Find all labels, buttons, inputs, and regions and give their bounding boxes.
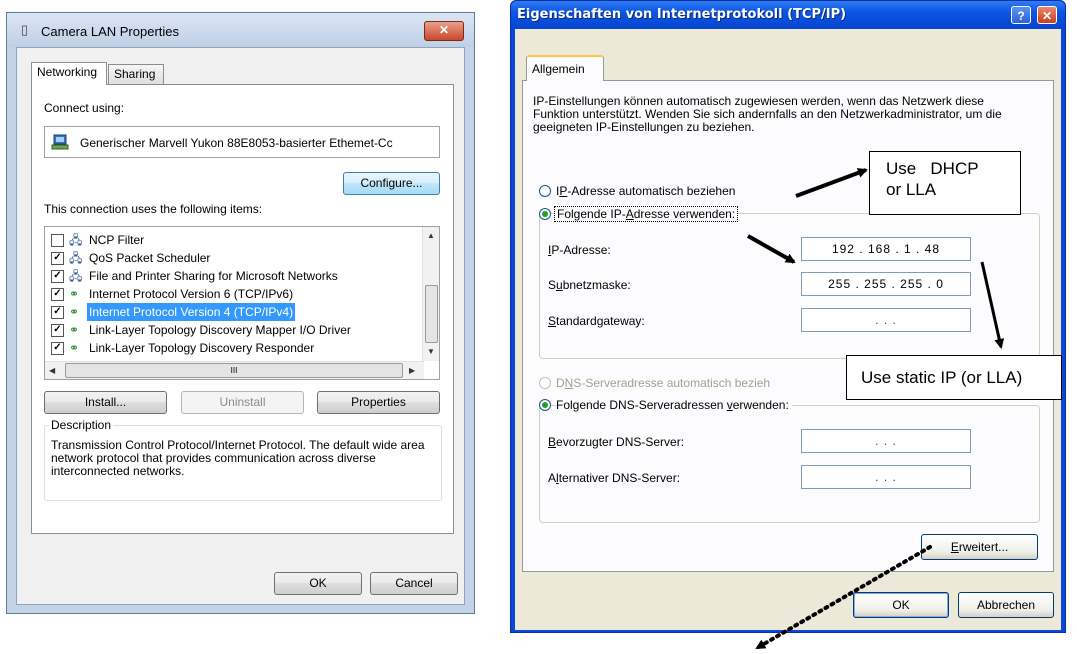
description-group: Description Transmission Control Protoco… [44,418,442,501]
ip-address-label: IP-Adresse: [548,243,611,257]
cancel-button[interactable]: Abbrechen [958,592,1054,618]
item-checkbox[interactable]: ✓ [51,270,64,283]
static-ip-label: Folgende IP-Adresse verwenden: [554,206,739,222]
networking-page: Connect using: Generischer Marvell Yukon… [31,84,454,534]
protocol-icon: ⚭ [69,323,80,337]
item-checkbox[interactable]: ✓ [51,324,64,337]
dialog-title: Camera LAN Properties [41,24,179,39]
tab-networking[interactable]: Networking [31,62,107,85]
auto-dns-radio[interactable] [539,377,551,389]
description-text: Transmission Control Protocol/Internet P… [51,438,425,478]
alternate-dns-field[interactable]: . . . [801,465,971,489]
advanced-button[interactable]: Erweitert... [921,534,1038,560]
network-card-icon [51,134,69,150]
uninstall-button[interactable]: Uninstall [181,391,304,414]
item-label: QoS Packet Scheduler [89,251,211,265]
horizontal-scrollbar[interactable]: ◀ III ▶ [45,361,424,379]
dialog-client: Networking Sharing Connect using: Generi… [16,47,465,605]
auto-dns-label: DNS-Serveradresse automatisch bezieh [556,376,771,390]
close-button[interactable]: ✕ [424,21,464,41]
default-gateway-field[interactable]: . . . [801,308,971,332]
tab-allgemein[interactable]: Allgemein [526,55,604,81]
item-label: File and Printer Sharing for Microsoft N… [89,269,338,283]
item-label: NCP Filter [89,233,145,247]
item-checkbox[interactable] [51,234,64,247]
dialog-title: Eigenschaften von Internetprotokoll (TCP… [517,7,847,22]
static-dns-label: Folgende DNS-Serveradressen verwenden: [556,398,792,412]
items-label: This connection uses the following items… [44,202,263,216]
list-item[interactable]: ✓ ⚭ Internet Protocol Version 6 (TCP/IPv… [51,285,421,303]
scroll-right-icon[interactable]: ▶ [409,366,415,375]
list-item[interactable]: ✓ ⚭ Internet Protocol Version 4 (TCP/IPv… [51,303,421,321]
protocol-icon: ⚭ [69,305,80,319]
item-checkbox[interactable]: ✓ [51,306,64,319]
static-ip-callout: Use static IP (or LLA) [846,355,1062,400]
connect-using-label: Connect using: [44,101,125,115]
adapter-name: Generischer Marvell Yukon 88E8053-basier… [80,136,393,150]
intro-text: IP-Einstellungen können automatisch zuge… [533,94,1002,134]
computer-icon: 🖧 [69,233,83,247]
connection-items-list[interactable]: 🖧 NCP Filter ✓ 🖧 QoS Packet Scheduler ✓ … [44,226,440,380]
title-bar: ▯ Camera LAN Properties ✕ [7,13,474,47]
static-ip-radio[interactable] [539,208,551,220]
ok-button[interactable]: OK [853,592,949,618]
ok-button[interactable]: OK [274,572,362,595]
item-label-selected: Internet Protocol Version 4 (TCP/IPv4) [87,303,296,321]
adapter-field: Generischer Marvell Yukon 88E8053-basier… [44,126,440,158]
close-button[interactable]: ✕ [1037,6,1057,24]
vertical-scrollbar[interactable]: ▲ ▼ [422,227,439,361]
scroll-down-icon[interactable]: ▼ [427,347,435,356]
list-item[interactable]: ✓ ⚭ Link-Layer Topology Discovery Mapper… [51,321,421,339]
dhcp-callout: Use DHCP or LLA [869,151,1021,215]
properties-button[interactable]: Properties [317,391,440,414]
description-legend: Description [49,418,114,432]
tcp-ip-properties-dialog: Eigenschaften von Internetprotokoll (TCP… [510,0,1066,633]
auto-ip-label: IP-Adresse automatisch beziehen [556,184,736,198]
dialog-client: Allgemein IP-Einstellungen können automa… [515,29,1061,630]
ip-address-field[interactable]: 192 . 168 . 1 . 48 [801,237,971,261]
item-checkbox[interactable]: ✓ [51,252,64,265]
item-label: Link-Layer Topology Discovery Mapper I/O… [89,323,351,337]
network-adapter-icon: ▯ [21,22,29,37]
computer-icon: 🖧 [69,251,83,265]
subnet-mask-label: Subnetzmaske: [548,278,631,292]
item-label: Internet Protocol Version 6 (TCP/IPv6) [89,287,294,301]
list-item[interactable]: ✓ ⚭ Link-Layer Topology Discovery Respon… [51,339,421,357]
computer-icon: 🖧 [69,269,83,283]
protocol-icon: ⚭ [69,287,80,301]
auto-ip-radio[interactable] [539,185,551,197]
scroll-up-icon[interactable]: ▲ [427,231,435,240]
preferred-dns-field[interactable]: . . . [801,429,971,453]
list-item[interactable]: ✓ 🖧 QoS Packet Scheduler [51,249,421,267]
default-gateway-label: Standardgateway: [548,314,645,328]
cancel-button[interactable]: Cancel [370,572,458,595]
install-button[interactable]: Install... [44,391,167,414]
configure-button[interactable]: Configure... [343,172,440,195]
scroll-left-icon[interactable]: ◀ [49,366,55,375]
list-item[interactable]: ✓ 🖧 File and Printer Sharing for Microso… [51,267,421,285]
scroll-thumb[interactable] [425,285,438,343]
preferred-dns-label: Bevorzugter DNS-Server: [548,435,685,449]
title-bar: Eigenschaften von Internetprotokoll (TCP… [511,1,1065,29]
scroll-thumb[interactable]: III [65,363,403,378]
static-dns-group [539,405,1040,523]
list-item[interactable]: 🖧 NCP Filter [51,231,421,249]
help-button[interactable]: ? [1011,6,1031,24]
protocol-icon: ⚭ [69,341,80,355]
tab-sharing[interactable]: Sharing [108,64,164,84]
item-checkbox[interactable]: ✓ [51,342,64,355]
alternate-dns-label: Alternativer DNS-Server: [548,471,681,485]
static-dns-radio[interactable] [539,399,551,411]
item-checkbox[interactable]: ✓ [51,288,64,301]
camera-lan-properties-dialog: ▯ Camera LAN Properties ✕ Networking Sha… [6,12,475,614]
item-label: Link-Layer Topology Discovery Responder [89,341,315,355]
subnet-mask-field[interactable]: 255 . 255 . 255 . 0 [801,272,971,296]
